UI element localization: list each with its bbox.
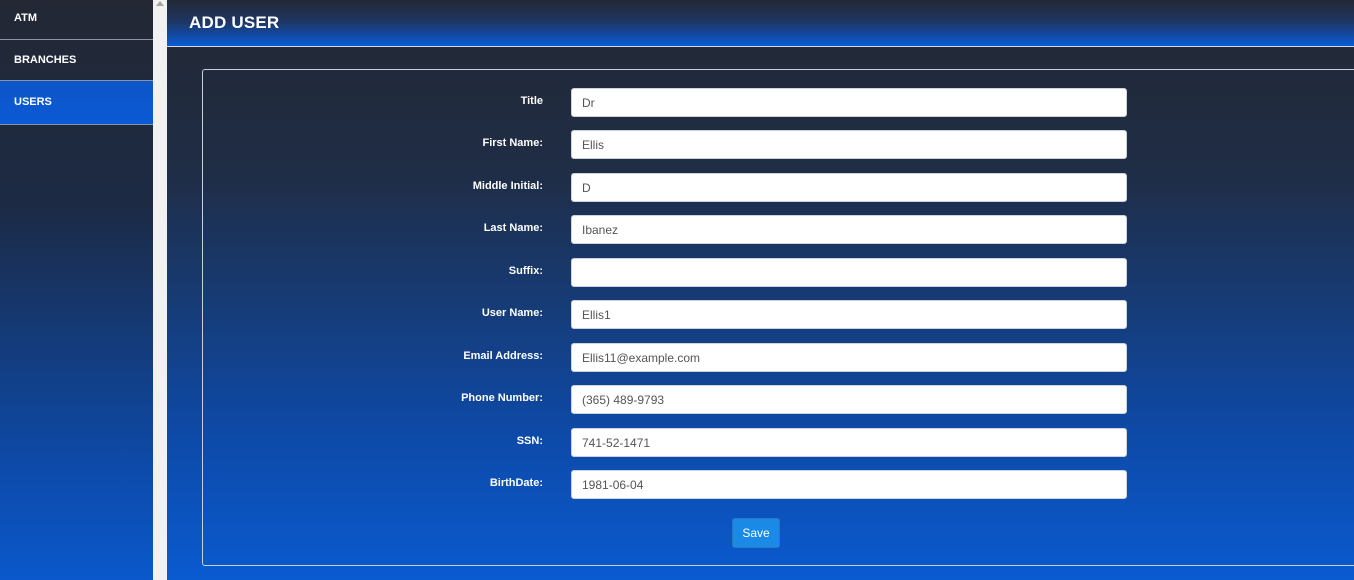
form-row-phone: Phone Number: [203,385,1354,415]
form-row-title: Title [203,88,1354,118]
sidebar-scrollbar[interactable] [153,0,167,580]
sidebar: ATM BRANCHES USERS [0,0,153,580]
middle-initial-field[interactable] [571,173,1127,202]
title-field[interactable] [571,88,1127,117]
form-row-user-name: User Name: [203,300,1354,330]
add-user-form: Title First Name: Middle Initial: Last N… [202,69,1354,566]
form-row-first-name: First Name: [203,130,1354,160]
ssn-label: SSN: [516,435,543,447]
user-name-label: User Name: [481,307,543,319]
phone-field[interactable] [571,385,1127,414]
page-title: ADD USER [189,13,280,32]
sidebar-item-branches[interactable]: BRANCHES [0,40,153,81]
form-row-birthdate: BirthDate: [203,470,1354,500]
first-name-label: First Name: [482,137,543,149]
sidebar-item-atm[interactable]: ATM [0,0,153,40]
save-button[interactable]: Save [732,518,780,548]
birthdate-label: BirthDate: [489,477,543,489]
birthdate-field[interactable] [571,470,1127,499]
form-row-suffix: Suffix: [203,258,1354,288]
first-name-field[interactable] [571,130,1127,159]
form-row-ssn: SSN: [203,428,1354,458]
suffix-label: Suffix: [508,265,543,277]
form-row-email: Email Address: [203,343,1354,373]
suffix-field[interactable] [571,258,1127,287]
last-name-field[interactable] [571,215,1127,244]
email-field[interactable] [571,343,1127,372]
phone-label: Phone Number: [461,392,543,404]
ssn-field[interactable] [571,428,1127,457]
last-name-label: Last Name: [483,222,543,234]
page-header: ADD USER [167,0,1354,47]
user-name-field[interactable] [571,300,1127,329]
middle-initial-label: Middle Initial: [472,180,543,192]
title-label: Title [520,95,543,107]
form-row-middle-initial: Middle Initial: [203,173,1354,203]
form-row-last-name: Last Name: [203,215,1354,245]
email-label: Email Address: [463,350,543,362]
scroll-up-arrow-icon[interactable] [156,1,164,6]
sidebar-item-users[interactable]: USERS [0,81,153,125]
